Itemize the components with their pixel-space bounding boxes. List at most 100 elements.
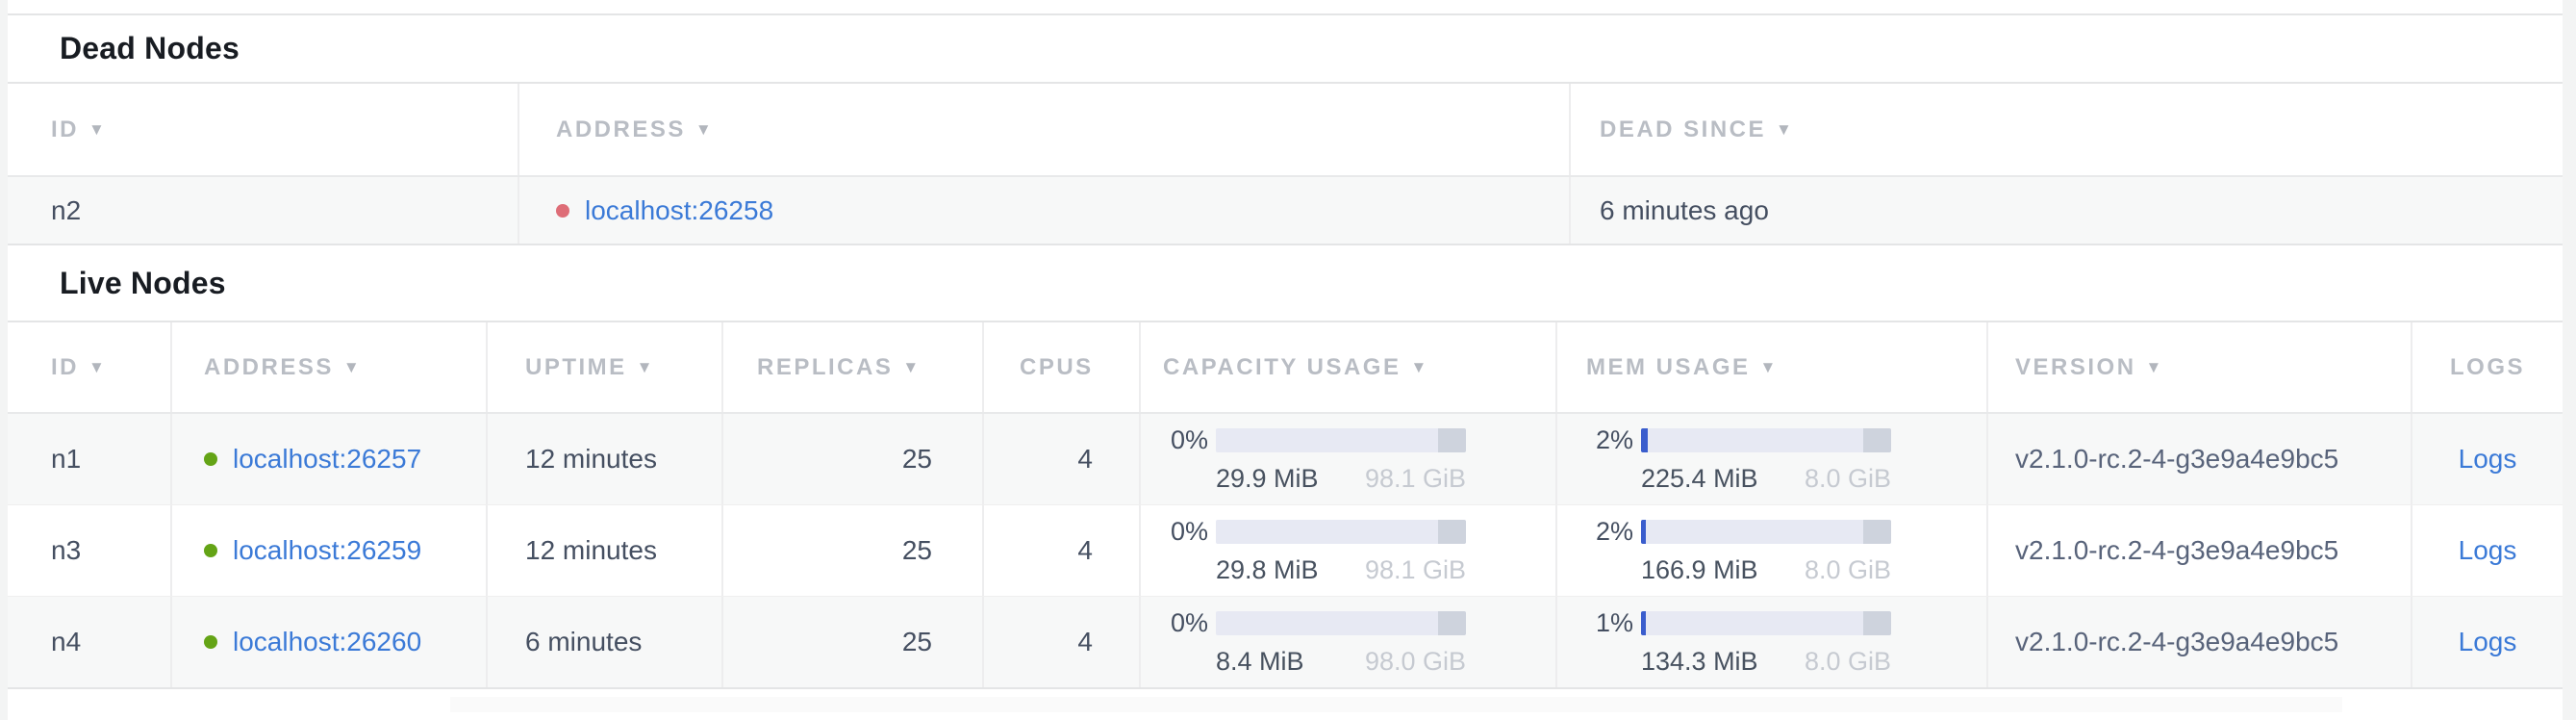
live-col-header-capacity-label: CAPACITY USAGE [1163, 354, 1401, 381]
mem-percent: 2% [1557, 517, 1633, 547]
capacity-bar-row: 0% [1141, 517, 1466, 547]
node-mem-usage: 1% 134.3 MiB 8.0 GiB [1555, 597, 1986, 687]
node-version: v2.1.0-rc.2-4-g3e9a4e9bc5 [1986, 414, 2411, 504]
mem-bar-fill [1641, 520, 1646, 544]
sort-arrow-icon: ▼ [1760, 358, 1779, 377]
live-col-header-uptime[interactable]: UPTIME ▼ [486, 322, 721, 412]
capacity-labels: 8.4 MiB 98.0 GiB [1216, 647, 1466, 677]
mem-bar-row: 2% [1557, 517, 1891, 547]
dead-nodes-section: Dead Nodes ID ▼ ADDRESS ▼ DEAD SINCE ▼ n… [8, 13, 2563, 245]
bottom-strip [8, 689, 2563, 712]
dead-node-address-link[interactable]: localhost:26258 [585, 195, 773, 226]
capacity-bar-end-block [1438, 428, 1466, 452]
mem-labels: 166.9 MiB 8.0 GiB [1641, 555, 1891, 585]
capacity-total: 98.1 GiB [1365, 464, 1466, 494]
mem-used: 166.9 MiB [1641, 555, 1758, 585]
mem-labels: 225.4 MiB 8.0 GiB [1641, 464, 1891, 494]
live-col-header-mem[interactable]: MEM USAGE ▼ [1555, 322, 1986, 412]
dead-node-row: n2 localhost:26258 6 minutes ago [8, 177, 2563, 245]
node-cpus: 4 [982, 597, 1139, 687]
node-address-link[interactable]: localhost:26257 [233, 444, 421, 475]
sort-arrow-icon: ▼ [1776, 120, 1794, 140]
mem-total: 8.0 GiB [1805, 647, 1891, 677]
capacity-percent: 0% [1141, 425, 1208, 455]
node-address-link[interactable]: localhost:26259 [233, 535, 421, 566]
dead-col-header-address[interactable]: ADDRESS ▼ [518, 84, 1569, 175]
capacity-used: 29.8 MiB [1216, 555, 1319, 585]
mem-total: 8.0 GiB [1805, 555, 1891, 585]
node-uptime: 12 minutes [486, 414, 721, 504]
capacity-percent: 0% [1141, 517, 1208, 547]
capacity-bar-track [1216, 428, 1466, 452]
mem-labels: 134.3 MiB 8.0 GiB [1641, 647, 1891, 677]
dead-nodes-title: Dead Nodes [60, 31, 240, 66]
mem-bar-track [1641, 520, 1891, 544]
node-capacity-usage: 0% 8.4 MiB 98.0 GiB [1139, 597, 1555, 687]
node-mem-usage: 2% 166.9 MiB 8.0 GiB [1555, 505, 1986, 596]
node-cpus: 4 [982, 414, 1139, 504]
node-version-text: v2.1.0-rc.2-4-g3e9a4e9bc5 [2015, 627, 2338, 657]
node-version-text: v2.1.0-rc.2-4-g3e9a4e9bc5 [2015, 444, 2338, 475]
node-capacity-usage: 0% 29.8 MiB 98.1 GiB [1139, 505, 1555, 596]
node-replicas: 25 [721, 597, 982, 687]
node-logs-cell: Logs [2411, 414, 2563, 504]
node-capacity-usage: 0% 29.9 MiB 98.1 GiB [1139, 414, 1555, 504]
node-version: v2.1.0-rc.2-4-g3e9a4e9bc5 [1986, 505, 2411, 596]
live-col-header-uptime-label: UPTIME [525, 354, 627, 381]
capacity-labels: 29.9 MiB 98.1 GiB [1216, 464, 1466, 494]
mem-bar-end-block [1863, 611, 1891, 635]
node-version-text: v2.1.0-rc.2-4-g3e9a4e9bc5 [2015, 535, 2338, 566]
node-logs-link[interactable]: Logs [2459, 627, 2517, 657]
dead-col-header-id-label: ID [51, 116, 79, 143]
live-col-header-capacity[interactable]: CAPACITY USAGE ▼ [1139, 322, 1555, 412]
mem-used: 134.3 MiB [1641, 647, 1758, 677]
node-id: n4 [8, 597, 170, 687]
cluster-overview-page: Dead Nodes ID ▼ ADDRESS ▼ DEAD SINCE ▼ n… [8, 0, 2563, 720]
live-col-header-address[interactable]: ADDRESS ▼ [170, 322, 486, 412]
mem-used: 225.4 MiB [1641, 464, 1758, 494]
mem-bar-end-block [1863, 428, 1891, 452]
node-address-link[interactable]: localhost:26260 [233, 627, 421, 657]
node-mem-usage: 2% 225.4 MiB 8.0 GiB [1555, 414, 1986, 504]
mem-bar-row: 1% [1557, 608, 1891, 638]
mem-bar-fill [1641, 611, 1646, 635]
dead-node-address-cell: localhost:26258 [518, 177, 1569, 244]
capacity-total: 98.1 GiB [1365, 555, 1466, 585]
node-address-cell: localhost:26259 [170, 505, 486, 596]
dead-node-id: n2 [8, 177, 518, 244]
node-cpus: 4 [982, 505, 1139, 596]
sort-arrow-icon: ▼ [695, 120, 714, 140]
capacity-bar-row: 0% [1141, 425, 1466, 455]
dead-col-header-id[interactable]: ID ▼ [8, 84, 518, 175]
live-col-header-id-label: ID [51, 354, 79, 381]
live-nodes-section: Live Nodes ID ▼ ADDRESS ▼ UPTIME ▼ REPLI… [8, 245, 2563, 689]
live-nodes-title: Live Nodes [60, 266, 226, 301]
node-uptime: 12 minutes [486, 505, 721, 596]
node-logs-link[interactable]: Logs [2459, 444, 2517, 475]
live-col-header-replicas[interactable]: REPLICAS ▼ [721, 322, 982, 412]
capacity-percent: 0% [1141, 608, 1208, 638]
node-logs-link[interactable]: Logs [2459, 535, 2517, 566]
live-col-header-cpus[interactable]: CPUS [982, 322, 1139, 412]
live-col-header-address-label: ADDRESS [204, 354, 334, 381]
sort-arrow-icon: ▼ [2146, 358, 2164, 377]
bottom-partial-element [450, 697, 2342, 712]
table-row: n3 localhost:26259 12 minutes 25 4 0% 29… [8, 505, 2563, 597]
live-nodes-header-row: ID ▼ ADDRESS ▼ UPTIME ▼ REPLICAS ▼ CPUS [8, 322, 2563, 414]
live-col-header-version[interactable]: VERSION ▼ [1986, 322, 2411, 412]
dead-status-dot-icon [556, 204, 569, 218]
capacity-bar-row: 0% [1141, 608, 1466, 638]
live-col-header-version-label: VERSION [2015, 354, 2136, 381]
live-nodes-rows: n1 localhost:26257 12 minutes 25 4 0% 29… [8, 414, 2563, 689]
node-address-cell: localhost:26260 [170, 597, 486, 687]
live-col-header-logs-label: LOGS [2450, 354, 2525, 381]
dead-nodes-header-row: ID ▼ ADDRESS ▼ DEAD SINCE ▼ [8, 84, 2563, 177]
table-row: n1 localhost:26257 12 minutes 25 4 0% 29… [8, 414, 2563, 505]
top-spacer [8, 0, 2563, 13]
live-col-header-id[interactable]: ID ▼ [8, 322, 170, 412]
dead-col-header-dead-since[interactable]: DEAD SINCE ▼ [1569, 84, 2563, 175]
sort-arrow-icon: ▼ [902, 358, 921, 377]
dead-col-header-address-label: ADDRESS [556, 116, 686, 143]
dead-nodes-table: ID ▼ ADDRESS ▼ DEAD SINCE ▼ n2 localhost… [8, 84, 2563, 245]
sort-arrow-icon: ▼ [343, 358, 362, 377]
